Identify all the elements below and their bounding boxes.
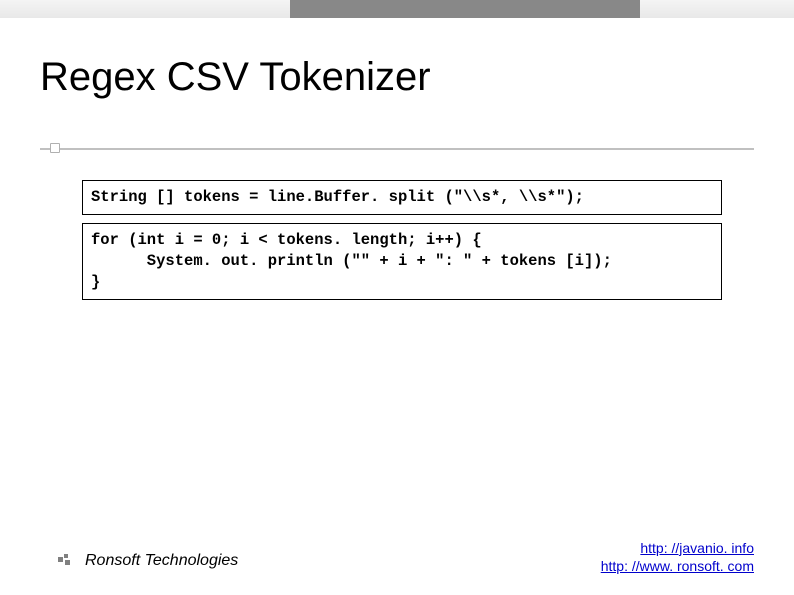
- footer-links: http: //javanio. info http: //www. ronso…: [601, 539, 754, 575]
- code-line: System. out. println ("" + i + ": " + to…: [91, 252, 612, 270]
- top-center-strip: [290, 0, 640, 18]
- footer-bullet-icon: [58, 554, 74, 566]
- title-rule-dot: [50, 143, 60, 153]
- code-block-2: for (int i = 0; i < tokens. length; i++)…: [82, 223, 722, 300]
- footer-link-javanio[interactable]: http: //javanio. info: [640, 540, 754, 556]
- code-line: }: [91, 273, 100, 291]
- footer-company: Ronsoft Technologies: [85, 552, 238, 570]
- footer-link-ronsoft[interactable]: http: //www. ronsoft. com: [601, 558, 754, 574]
- code-line: for (int i = 0; i < tokens. length; i++)…: [91, 231, 482, 249]
- slide-title: Regex CSV Tokenizer: [40, 55, 431, 100]
- title-rule: [40, 148, 754, 150]
- code-line: String [] tokens = line.Buffer. split ("…: [91, 188, 584, 206]
- code-block-1: String [] tokens = line.Buffer. split ("…: [82, 180, 722, 215]
